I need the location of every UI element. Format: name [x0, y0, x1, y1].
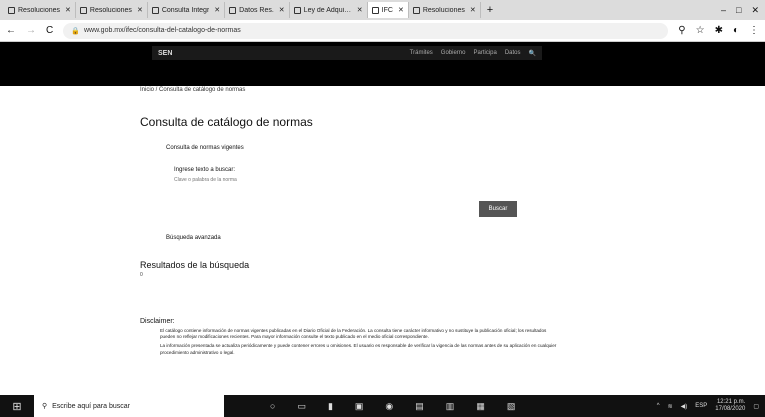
browser-tab-active[interactable]: IFC ✕: [367, 2, 409, 18]
address-bar-text: www.gob.mx/ifec/consulta-del-catalogo-de…: [83, 27, 241, 34]
extensions-icon[interactable]: ✱: [715, 25, 723, 36]
favicon-icon: [229, 6, 237, 14]
taskbar: ⊞ ⚲ Escribe aquí para buscar ○ ▭ ▮ ▣ ◉ ▤…: [0, 395, 765, 417]
browser-tab[interactable]: Consulta Integr ✕: [148, 2, 226, 18]
disclaimer-text: El catálogo contiene información de norm…: [160, 328, 558, 356]
search-icon: ⚲: [42, 403, 48, 410]
close-tab-icon[interactable]: ✕: [470, 6, 476, 14]
close-tab-icon[interactable]: ✕: [279, 6, 285, 14]
store-icon[interactable]: ▣: [355, 401, 364, 412]
browser-tab[interactable]: Resoluciones ✕: [4, 2, 76, 18]
star-icon[interactable]: ☆: [696, 25, 705, 36]
browser-tab[interactable]: Datos Res. ✕: [225, 2, 290, 18]
clock-time: 12:21 p.m.: [716, 399, 746, 405]
clock-date: 17/08/2020: [715, 406, 746, 412]
app-icon[interactable]: ▧: [507, 401, 516, 412]
main-content: Inicio / Consulta de catálogo de normas …: [140, 86, 560, 355]
taskbar-search[interactable]: ⚲ Escribe aquí para buscar: [34, 395, 224, 417]
browser-tab[interactable]: Ley de Adquisic ✕: [290, 2, 368, 18]
clock[interactable]: 12:21 p.m. 17/08/2020: [715, 399, 745, 413]
close-tab-icon[interactable]: ✕: [137, 6, 143, 14]
chevron-up-icon[interactable]: ^: [657, 403, 660, 409]
close-tab-icon[interactable]: ✕: [357, 6, 363, 14]
address-bar[interactable]: 🔒 www.gob.mx/ifec/consulta-del-catalogo-…: [63, 22, 669, 39]
app-icon[interactable]: ▥: [446, 401, 455, 412]
favicon-icon: [371, 6, 379, 14]
search-button[interactable]: Buscar: [479, 201, 517, 217]
file-explorer-icon[interactable]: ▮: [328, 401, 333, 412]
browser-tab-bar: Resoluciones ✕ Resoluciones ✕ Consulta Int…: [0, 0, 765, 20]
notifications-icon[interactable]: ▢: [753, 403, 759, 410]
nav-item-participa[interactable]: Participa: [473, 50, 496, 56]
windows-start-icon[interactable]: ⊞: [0, 400, 34, 413]
cortana-icon[interactable]: ○: [270, 401, 275, 412]
taskbar-search-text: Escribe aquí para buscar: [52, 402, 130, 410]
taskbar-apps: ○ ▭ ▮ ▣ ◉ ▤ ▥ ▦ ▧: [270, 401, 515, 412]
favicon-icon: [8, 6, 15, 14]
volume-icon[interactable]: ◀): [681, 403, 688, 410]
search-label: Ingrese texto a buscar:: [174, 167, 236, 173]
network-icon[interactable]: ≋: [668, 403, 673, 410]
breadcrumb[interactable]: Inicio / Consulta de catálogo de normas: [140, 87, 560, 93]
close-tab-icon[interactable]: ✕: [398, 6, 404, 14]
close-window-button[interactable]: ✕: [751, 5, 759, 16]
browser-tab[interactable]: Resoluciones ✕: [409, 2, 481, 18]
chrome-icon[interactable]: ◉: [385, 401, 393, 412]
site-logo[interactable]: SEN: [158, 50, 172, 57]
favicon-icon: [79, 6, 87, 14]
forward-arrow-icon[interactable]: →: [26, 25, 36, 36]
nav-item-tramites[interactable]: Trámites: [410, 50, 433, 56]
disclaimer-paragraph: La información presentada se actualiza p…: [160, 343, 557, 355]
language-indicator[interactable]: ESP: [695, 403, 707, 409]
site-header: SEN Trámites Gobierno Participa Datos 🔍: [0, 42, 765, 128]
app-icon[interactable]: ▤: [415, 401, 424, 412]
system-tray: ^ ≋ ◀) ESP 12:21 p.m. 17/08/2020 ▢: [657, 399, 765, 413]
new-tab-button[interactable]: +: [481, 4, 499, 16]
task-view-icon[interactable]: ▭: [297, 401, 306, 412]
browser-tab[interactable]: Resoluciones ✕: [76, 2, 148, 18]
minimize-button[interactable]: –: [721, 5, 726, 16]
favicon-icon: [293, 6, 301, 14]
browser-toolbar: ← → C 🔒 www.gob.mx/ifec/consulta-del-cat…: [0, 20, 765, 42]
profile-icon[interactable]: ◐: [733, 25, 739, 36]
results-count: 0: [140, 272, 143, 278]
disclaimer-title: Disclaimer:: [140, 318, 175, 325]
window-controls: – □ ✕: [721, 5, 765, 16]
maximize-button[interactable]: □: [736, 5, 741, 16]
search-icon[interactable]: ⚲: [678, 25, 685, 36]
disclaimer-paragraph: El catálogo contiene información de norm…: [160, 328, 547, 340]
favicon-icon: [412, 6, 420, 14]
lock-icon: 🔒: [71, 27, 80, 35]
reload-icon[interactable]: C: [46, 25, 53, 36]
nav-item-gobierno[interactable]: Gobierno: [441, 50, 466, 56]
close-tab-icon[interactable]: ✕: [214, 6, 220, 14]
nav-item-datos[interactable]: Datos: [505, 50, 521, 56]
favicon-icon: [151, 6, 159, 14]
close-tab-icon[interactable]: ✕: [65, 6, 71, 14]
page-title: Consulta de catálogo de normas: [140, 115, 313, 129]
search-input[interactable]: [174, 177, 374, 183]
menu-icon[interactable]: ⋮: [749, 25, 759, 36]
results-heading: Resultados de la búsqueda: [140, 260, 250, 270]
search-icon[interactable]: 🔍: [529, 50, 536, 57]
top-nav: Trámites Gobierno Participa Datos 🔍: [410, 50, 536, 57]
app-icon[interactable]: ▦: [476, 401, 485, 412]
advanced-search-link[interactable]: Búsqueda avanzada: [166, 235, 221, 241]
section-subheading: Consulta de normas vigentes: [166, 145, 244, 151]
site-nav-bar: SEN Trámites Gobierno Participa Datos 🔍: [152, 46, 542, 60]
back-arrow-icon[interactable]: ←: [6, 25, 16, 36]
